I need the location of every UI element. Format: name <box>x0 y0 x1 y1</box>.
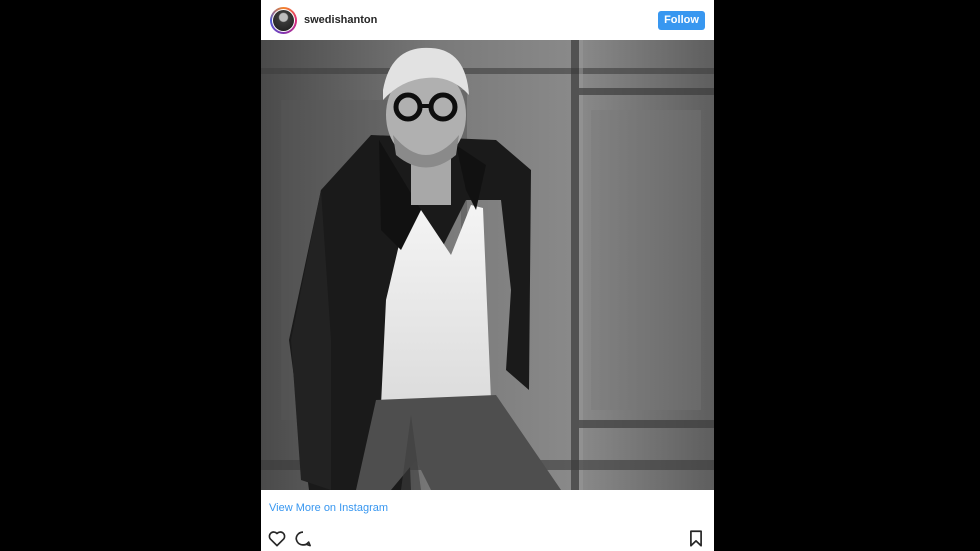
comment-icon[interactable] <box>294 530 312 551</box>
username[interactable]: swedishanton <box>304 14 377 26</box>
post-actions <box>261 528 714 551</box>
avatar-photo <box>273 9 294 31</box>
post-photo[interactable] <box>261 40 714 490</box>
instagram-embed-card: swedishanton Follow View More on Instagr… <box>261 0 714 551</box>
follow-button[interactable]: Follow <box>658 10 705 30</box>
avatar[interactable] <box>270 6 297 34</box>
view-more-link[interactable]: View More on Instagram <box>269 502 388 514</box>
bookmark-icon[interactable] <box>689 530 703 551</box>
heart-icon[interactable] <box>268 530 286 551</box>
avatar-ring <box>272 8 295 32</box>
post-header: swedishanton Follow <box>261 0 714 40</box>
post-photo-image <box>261 40 714 490</box>
